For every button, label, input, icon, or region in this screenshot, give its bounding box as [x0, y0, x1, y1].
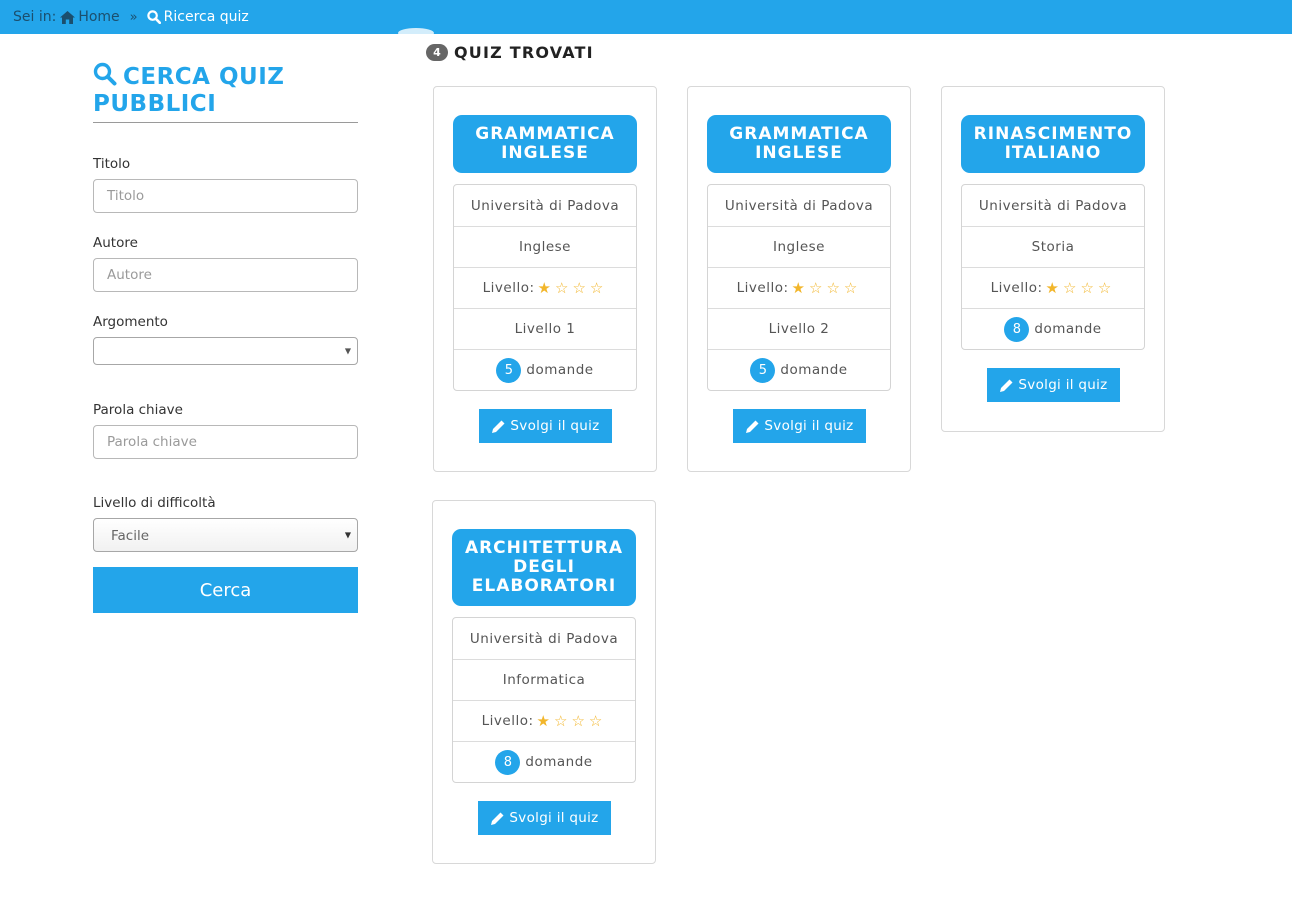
- questions-label: domande: [780, 362, 848, 378]
- quiz-level-text: Livello 1: [454, 308, 636, 349]
- breadcrumb-home-link[interactable]: Home: [60, 9, 120, 25]
- quiz-university: Università di Padova: [469, 630, 619, 647]
- results-header: 4 QUIZ TROVATI: [426, 43, 594, 62]
- quiz-level-label: Livello:: [736, 280, 789, 296]
- quiz-title[interactable]: GRAMMATICA INGLESE: [453, 115, 637, 173]
- pencil-icon: [746, 420, 759, 433]
- titolo-label: Titolo: [93, 156, 131, 172]
- parola-chiave-input[interactable]: Parola chiave: [93, 425, 358, 459]
- search-icon: [146, 10, 161, 24]
- home-icon: [60, 10, 76, 24]
- svolgi-quiz-button[interactable]: Svolgi il quiz: [478, 801, 611, 835]
- quiz-subject: Inglese: [708, 226, 890, 267]
- pencil-icon: [1000, 379, 1013, 392]
- svolgi-quiz-label: Svolgi il quiz: [509, 810, 599, 826]
- quiz-title[interactable]: ARCHITETTURA DEGLI ELABORATORI: [452, 529, 636, 606]
- parola-chiave-label: Parola chiave: [93, 402, 183, 418]
- search-sidebar: CERCA QUIZ PUBBLICI Titolo Titolo Autore…: [93, 62, 358, 613]
- quiz-level-label: Livello:: [482, 280, 535, 296]
- quiz-subject: Storia: [962, 226, 1144, 267]
- svolgi-quiz-button[interactable]: Svolgi il quiz: [733, 409, 866, 443]
- sidebar-heading-text: CERCA QUIZ PUBBLICI: [93, 64, 285, 117]
- star-rating-icon: ★☆☆☆: [536, 712, 607, 730]
- sidebar-heading: CERCA QUIZ PUBBLICI: [93, 62, 358, 123]
- questions-count-badge: 8: [495, 749, 521, 775]
- questions-label: domande: [525, 754, 593, 770]
- quiz-title[interactable]: RINASCIMENTO ITALIANO: [961, 115, 1145, 173]
- livello-difficolta-select[interactable]: Facile ▼: [93, 518, 358, 552]
- quiz-questions-row: 5 domande: [454, 349, 636, 390]
- star-rating-icon: ★☆☆☆: [537, 279, 608, 297]
- quiz-questions-row: 5 domande: [708, 349, 890, 390]
- autore-label: Autore: [93, 235, 138, 251]
- quiz-level-row: Livello: ★☆☆☆: [962, 267, 1144, 308]
- results-count-badge: 4: [426, 44, 448, 61]
- quiz-level-row: Livello: ★☆☆☆: [453, 700, 635, 741]
- quiz-university: Università di Padova: [978, 197, 1128, 214]
- titolo-placeholder: Titolo: [107, 188, 145, 204]
- quiz-card: RINASCIMENTO ITALIANO Università di Pado…: [941, 86, 1165, 432]
- quiz-questions-row: 8 domande: [962, 308, 1144, 349]
- quiz-level-row: Livello: ★☆☆☆: [454, 267, 636, 308]
- quiz-card: GRAMMATICA INGLESE Università di Padova …: [687, 86, 911, 472]
- quiz-subject: Inglese: [454, 226, 636, 267]
- svolgi-quiz-label: Svolgi il quiz: [764, 418, 854, 434]
- pencil-icon: [492, 420, 505, 433]
- quiz-level-row: Livello: ★☆☆☆: [708, 267, 890, 308]
- questions-label: domande: [1034, 321, 1102, 337]
- breadcrumb-current[interactable]: Ricerca quiz: [146, 9, 249, 25]
- pencil-icon: [491, 812, 504, 825]
- quiz-card: ARCHITETTURA DEGLI ELABORATORI Universit…: [432, 500, 656, 864]
- questions-count-badge: 5: [750, 357, 776, 383]
- chevron-down-icon: ▼: [344, 346, 351, 356]
- star-rating-icon: ★☆☆☆: [791, 279, 862, 297]
- quiz-title[interactable]: GRAMMATICA INGLESE: [707, 115, 891, 173]
- argomento-label: Argomento: [93, 314, 168, 330]
- titolo-input[interactable]: Titolo: [93, 179, 358, 213]
- breadcrumb-separator: »: [129, 9, 138, 25]
- breadcrumb: Sei in: Home » Ricerca quiz: [0, 0, 1292, 34]
- quiz-university: Università di Padova: [724, 197, 874, 214]
- quiz-details: Università di Padova Inglese Livello: ★☆☆…: [707, 184, 891, 391]
- autore-placeholder: Autore: [107, 267, 152, 283]
- quiz-level-text: Livello 2: [708, 308, 890, 349]
- questions-count-badge: 8: [1004, 316, 1030, 342]
- svolgi-quiz-label: Svolgi il quiz: [1018, 377, 1108, 393]
- svolgi-quiz-label: Svolgi il quiz: [510, 418, 600, 434]
- chevron-down-icon: ▼: [344, 530, 351, 540]
- decorative-glow: [398, 28, 434, 38]
- quiz-details: Università di Padova Inglese Livello: ★☆☆…: [453, 184, 637, 391]
- breadcrumb-prefix: Sei in:: [13, 9, 57, 25]
- quiz-details: Università di Padova Storia Livello: ★☆☆☆…: [961, 184, 1145, 350]
- autore-input[interactable]: Autore: [93, 258, 358, 292]
- quiz-card: GRAMMATICA INGLESE Università di Padova …: [433, 86, 657, 472]
- parola-chiave-placeholder: Parola chiave: [107, 434, 197, 450]
- search-icon: [93, 62, 117, 86]
- quiz-details: Università di Padova Informatica Livello…: [452, 617, 636, 783]
- questions-label: domande: [526, 362, 594, 378]
- quiz-subject: Informatica: [453, 659, 635, 700]
- questions-count-badge: 5: [496, 357, 522, 383]
- results-title: QUIZ TROVATI: [454, 43, 594, 62]
- breadcrumb-home-label: Home: [78, 9, 120, 25]
- quiz-level-label: Livello:: [990, 280, 1043, 296]
- breadcrumb-current-label: Ricerca quiz: [163, 9, 249, 25]
- star-rating-icon: ★☆☆☆: [1045, 279, 1116, 297]
- livello-difficolta-value: Facile: [111, 528, 150, 544]
- svolgi-quiz-button[interactable]: Svolgi il quiz: [479, 409, 612, 443]
- quiz-level-label: Livello:: [481, 713, 534, 729]
- argomento-select[interactable]: ▼: [93, 337, 358, 365]
- quiz-questions-row: 8 domande: [453, 741, 635, 782]
- cerca-button[interactable]: Cerca: [93, 567, 358, 613]
- livello-difficolta-label: Livello di difficoltà: [93, 495, 216, 511]
- quiz-university: Università di Padova: [470, 197, 620, 214]
- svolgi-quiz-button[interactable]: Svolgi il quiz: [987, 368, 1120, 402]
